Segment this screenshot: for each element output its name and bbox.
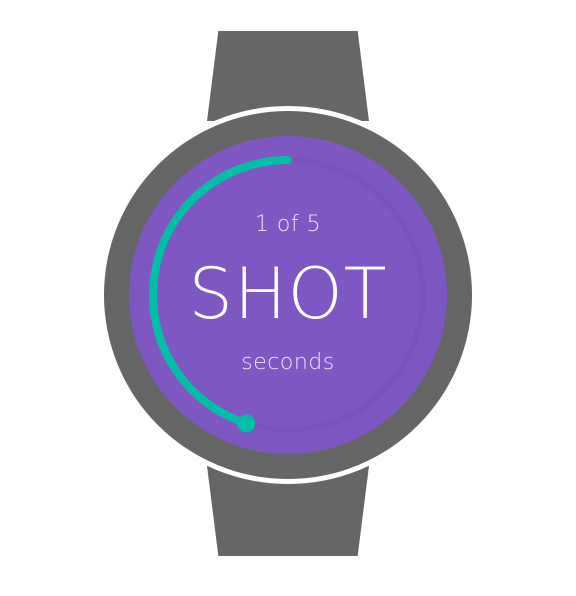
smartwatch-mockup: 1 of 5 SHOT seconds (0, 0, 576, 596)
shot-counter: 1 of 5 (254, 212, 322, 237)
watch-screen[interactable]: 1 of 5 SHOT seconds (129, 136, 447, 454)
progress-knob[interactable] (237, 414, 256, 433)
shot-label: SHOT (188, 253, 388, 335)
seconds-label: seconds (241, 350, 335, 375)
